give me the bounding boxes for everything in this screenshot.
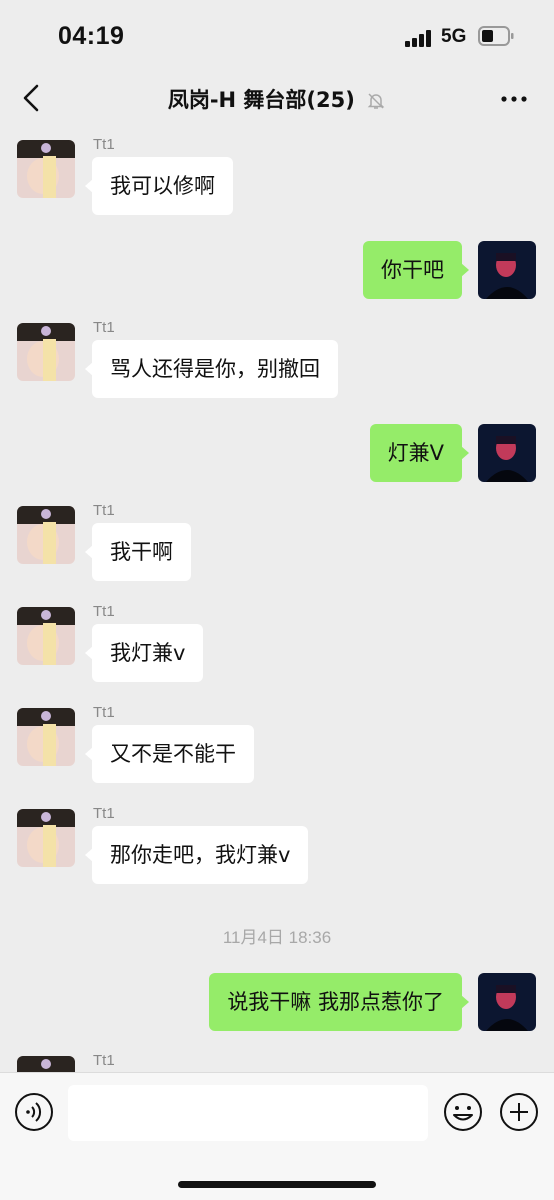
sender-name: Tt1 [93,704,115,721]
battery-icon [478,26,514,46]
chat-area[interactable]: Tt1 我可以修啊 你干吧 Tt1 骂人还得是你，别撤回 灯兼V Tt1 我干啊… [0,128,554,1072]
status-time: 04:19 [58,22,125,50]
avatar-self[interactable] [478,241,536,299]
avatar-tt1[interactable] [17,809,75,867]
avatar-tt1[interactable] [17,1056,75,1072]
avatar-self[interactable] [478,424,536,482]
message-timestamp: 11月4日 18:36 [222,928,332,947]
sender-name: Tt1 [93,502,115,519]
more-dots-icon[interactable] [496,84,532,114]
avatar-tt1[interactable] [17,323,75,381]
signal-icon [405,29,433,47]
avatar-tt1[interactable] [17,607,75,665]
message-bubble[interactable]: 灯兼V [369,424,470,482]
message-bubble[interactable]: 那你走吧，我灯兼v [84,826,309,884]
emoji-icon[interactable] [443,1092,483,1132]
avatar-self[interactable] [478,973,536,1031]
network-label: 5G [441,26,467,47]
sender-name: Tt1 [93,1052,115,1069]
message-bubble[interactable]: 说我干嘛 我那点惹你了 [209,973,469,1031]
chat-title: 凤岗-H 舞台部(25) [167,88,355,112]
sender-name: Tt1 [93,136,115,153]
avatar-tt1[interactable] [17,506,75,564]
mute-bell-icon [367,93,385,109]
sender-name: Tt1 [93,603,115,620]
home-indicator[interactable] [178,1181,376,1188]
plus-icon[interactable] [499,1092,539,1132]
avatar-tt1[interactable] [17,140,75,198]
message-bubble[interactable]: 我可以修啊 [85,157,233,215]
message-input[interactable] [68,1085,428,1141]
message-bubble[interactable]: 我灯兼v [84,624,204,682]
message-bubble[interactable]: 又不是不能干 [85,725,254,783]
message-bubble[interactable]: 我干啊 [85,523,191,581]
message-bubble[interactable]: 骂人还得是你，别撤回 [85,340,338,398]
avatar-tt1[interactable] [17,708,75,766]
voice-icon[interactable] [14,1092,54,1132]
sender-name: Tt1 [93,319,115,336]
nav-bar: 凤岗-H 舞台部(25) [0,70,554,128]
status-bar: 04:19 5G [0,0,554,70]
message-bubble[interactable]: 你干吧 [363,241,469,299]
sender-name: Tt1 [93,805,115,822]
chat-title-wrap: 凤岗-H 舞台部(25) [0,84,554,114]
